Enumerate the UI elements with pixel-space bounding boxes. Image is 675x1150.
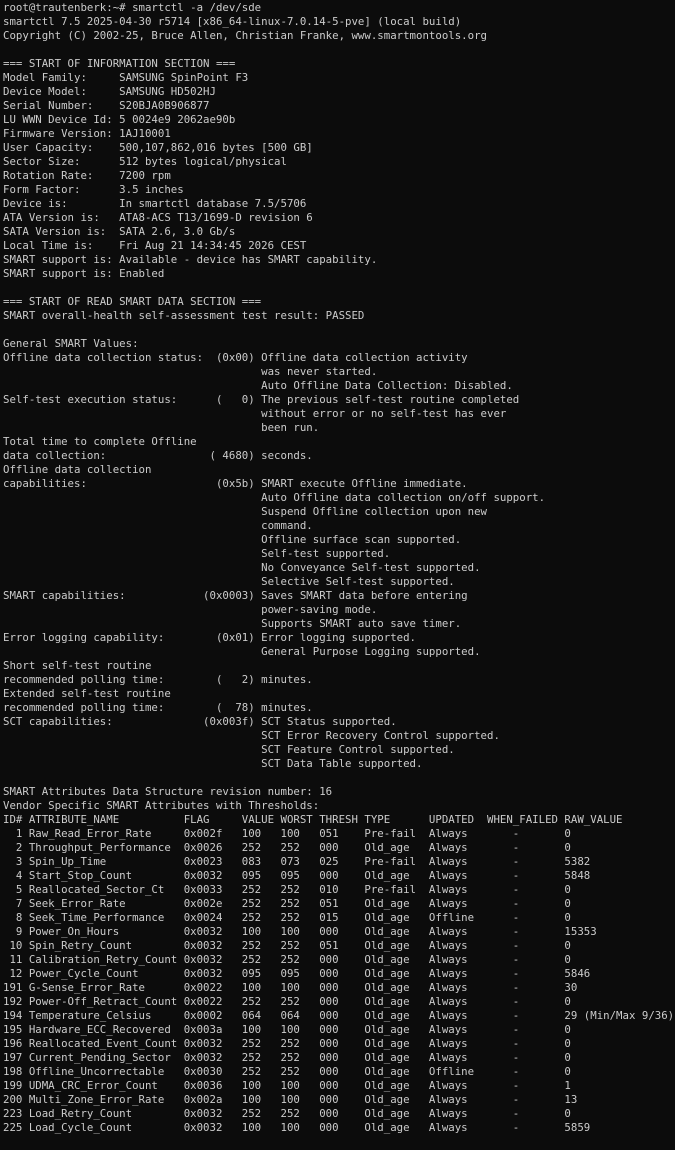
terminal-line: was never started.: [3, 365, 378, 378]
terminal-line: Firmware Version: 1AJ10001: [3, 127, 171, 140]
terminal-line: Short self-test routine: [3, 659, 152, 672]
terminal-line: Local Time is: Fri Aug 21 14:34:45 2026 …: [3, 239, 307, 252]
terminal-line: Extended self-test routine: [3, 687, 171, 700]
terminal-line: SMART support is: Enabled: [3, 267, 165, 280]
terminal-line: No Conveyance Self-test supported.: [3, 561, 481, 574]
terminal-line: 5 Reallocated_Sector_Ct 0x0033 252 252 0…: [3, 883, 571, 896]
terminal-line: 195 Hardware_ECC_Recovered 0x003a 100 10…: [3, 1023, 571, 1036]
terminal-line: Device is: In smartctl database 7.5/5706: [3, 197, 307, 210]
terminal-line: root@trautenberk:~# smartctl -a /dev/sde: [3, 1, 262, 14]
terminal-line: SMART overall-health self-assessment tes…: [3, 309, 365, 322]
terminal-line: SMART capabilities: (0x0003) Saves SMART…: [3, 589, 468, 602]
terminal-line: SCT Feature Control supported.: [3, 743, 455, 756]
terminal-line: recommended polling time: ( 2) minutes.: [3, 673, 313, 686]
terminal-line: === START OF INFORMATION SECTION ===: [3, 57, 236, 70]
terminal-line: command.: [3, 519, 313, 532]
terminal-line: 8 Seek_Time_Performance 0x0024 252 252 0…: [3, 911, 571, 924]
terminal-line: Auto Offline Data Collection: Disabled.: [3, 379, 513, 392]
terminal-line: Offline surface scan supported.: [3, 533, 462, 546]
terminal-line: Suspend Offline collection upon new: [3, 505, 487, 518]
terminal-line: SCT Data Table supported.: [3, 757, 423, 770]
terminal-line: LU WWN Device Id: 5 0024e9 2062ae90b: [3, 113, 236, 126]
terminal-line: 10 Spin_Retry_Count 0x0032 252 252 051 O…: [3, 939, 571, 952]
terminal-line: Copyright (C) 2002-25, Bruce Allen, Chri…: [3, 29, 487, 42]
terminal-line: === START OF READ SMART DATA SECTION ===: [3, 295, 262, 308]
terminal-line: Rotation Rate: 7200 rpm: [3, 169, 171, 182]
terminal-line: data collection: ( 4680) seconds.: [3, 449, 313, 462]
terminal-line: Serial Number: S20BJA0B906877: [3, 99, 210, 112]
terminal-line: Sector Size: 512 bytes logical/physical: [3, 155, 287, 168]
terminal-line: 3 Spin_Up_Time 0x0023 083 073 025 Pre-fa…: [3, 855, 591, 868]
terminal-line: 225 Load_Cycle_Count 0x0032 100 100 000 …: [3, 1121, 591, 1134]
terminal-line: General Purpose Logging supported.: [3, 645, 481, 658]
terminal-line: 192 Power-Off_Retract_Count 0x0022 252 2…: [3, 995, 571, 1008]
terminal-line: 197 Current_Pending_Sector 0x0032 252 25…: [3, 1051, 571, 1064]
terminal-line: 9 Power_On_Hours 0x0032 100 100 000 Old_…: [3, 925, 597, 938]
terminal-line: User Capacity: 500,107,862,016 bytes [50…: [3, 141, 313, 154]
terminal-line: Offline data collection status: (0x00) O…: [3, 351, 468, 364]
terminal-line: Total time to complete Offline: [3, 435, 197, 448]
terminal-line: 7 Seek_Error_Rate 0x002e 252 252 051 Old…: [3, 897, 571, 910]
terminal-line: Offline data collection: [3, 463, 152, 476]
terminal-line: Self-test supported.: [3, 547, 391, 560]
terminal-line: SATA Version is: SATA 2.6, 3.0 Gb/s: [3, 225, 236, 238]
terminal-line: SMART support is: Available - device has…: [3, 253, 378, 266]
terminal-line: 11 Calibration_Retry_Count 0x0032 252 25…: [3, 953, 571, 966]
terminal-line: General SMART Values:: [3, 337, 139, 350]
terminal-line: ATA Version is: ATA8-ACS T13/1699-D revi…: [3, 211, 313, 224]
terminal-line: 2 Throughput_Performance 0x0026 252 252 …: [3, 841, 571, 854]
terminal-line: power-saving mode.: [3, 603, 378, 616]
terminal-line: Form Factor: 3.5 inches: [3, 183, 184, 196]
terminal-line: been run.: [3, 421, 320, 434]
terminal-line: 4 Start_Stop_Count 0x0032 095 095 000 Ol…: [3, 869, 591, 882]
terminal-line: capabilities: (0x5b) SMART execute Offli…: [3, 477, 468, 490]
terminal-line: SMART Attributes Data Structure revision…: [3, 785, 333, 798]
terminal-line: without error or no self-test has ever: [3, 407, 507, 420]
terminal-line: Auto Offline data collection on/off supp…: [3, 491, 546, 504]
terminal-line: ID# ATTRIBUTE_NAME FLAG VALUE WORST THRE…: [3, 813, 623, 826]
terminal-line: 199 UDMA_CRC_Error_Count 0x0036 100 100 …: [3, 1079, 571, 1092]
terminal-line: Selective Self-test supported.: [3, 575, 455, 588]
terminal-line: SCT Error Recovery Control supported.: [3, 729, 500, 742]
terminal-line: 191 G-Sense_Error_Rate 0x0022 100 100 00…: [3, 981, 578, 994]
terminal-line: Supports SMART auto save timer.: [3, 617, 462, 630]
terminal-line: Error logging capability: (0x01) Error l…: [3, 631, 417, 644]
terminal-line: 1 Raw_Read_Error_Rate 0x002f 100 100 051…: [3, 827, 571, 840]
terminal-line: 194 Temperature_Celsius 0x0002 064 064 0…: [3, 1009, 675, 1022]
terminal-line: 12 Power_Cycle_Count 0x0032 095 095 000 …: [3, 967, 591, 980]
terminal-line: Device Model: SAMSUNG HD502HJ: [3, 85, 216, 98]
terminal-line: 200 Multi_Zone_Error_Rate 0x002a 100 100…: [3, 1093, 578, 1106]
terminal-line: 198 Offline_Uncorrectable 0x0030 252 252…: [3, 1065, 571, 1078]
terminal-line: Self-test execution status: ( 0) The pre…: [3, 393, 520, 406]
terminal-line: smartctl 7.5 2025-04-30 r5714 [x86_64-li…: [3, 15, 462, 28]
terminal-line: SCT capabilities: (0x003f) SCT Status su…: [3, 715, 397, 728]
terminal-line: 196 Reallocated_Event_Count 0x0032 252 2…: [3, 1037, 571, 1050]
terminal-line: recommended polling time: ( 78) minutes.: [3, 701, 313, 714]
terminal-line: Model Family: SAMSUNG SpinPoint F3: [3, 71, 249, 84]
terminal-line: Vendor Specific SMART Attributes with Th…: [3, 799, 320, 812]
terminal-output[interactable]: root@trautenberk:~# smartctl -a /dev/sde…: [0, 0, 675, 1150]
terminal-line: 223 Load_Retry_Count 0x0032 252 252 000 …: [3, 1107, 571, 1120]
